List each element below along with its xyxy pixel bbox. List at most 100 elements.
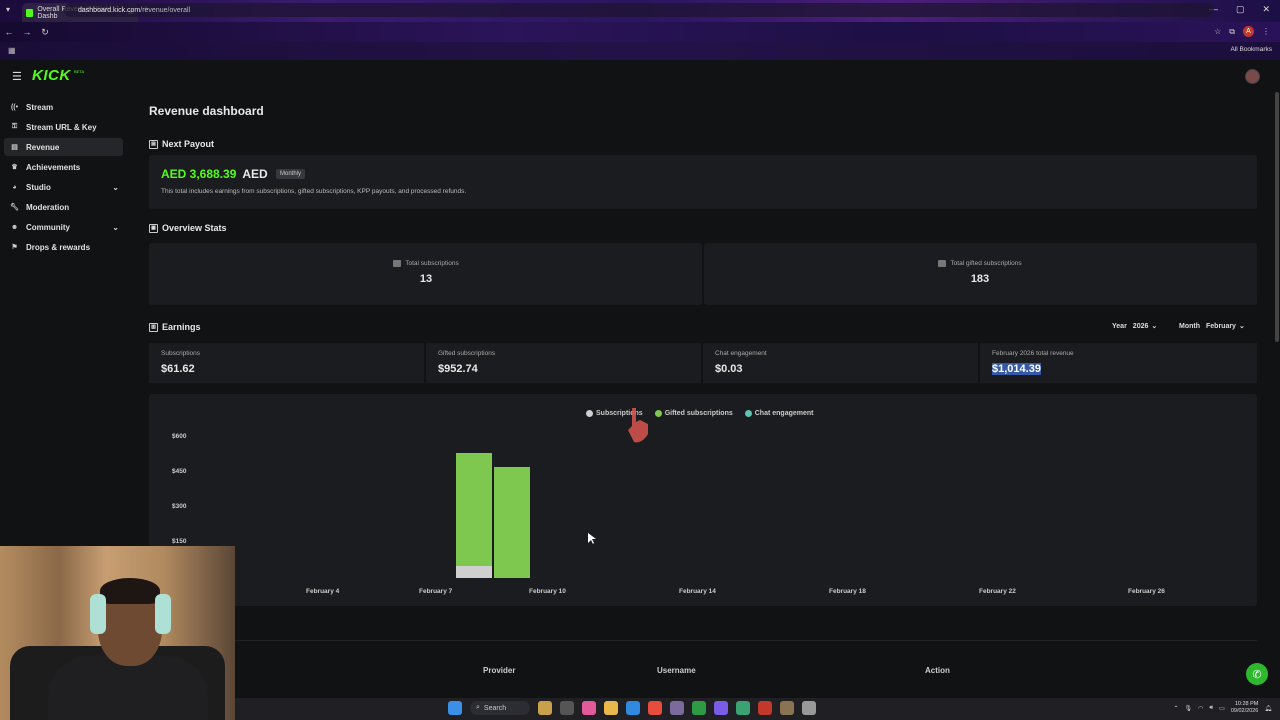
task-view-icon[interactable]: [560, 701, 574, 715]
maximize-icon[interactable]: ▢: [1236, 4, 1245, 15]
bar-gifted-subscriptions[interactable]: [456, 453, 492, 567]
legend-label: Chat engagement: [754, 410, 814, 417]
discord-icon[interactable]: [714, 701, 728, 715]
sidebar-item-revenue[interactable]: ▤ Revenue: [4, 138, 123, 156]
kick-logo[interactable]: KICK: [32, 67, 71, 84]
edge-icon[interactable]: [626, 701, 640, 715]
month-filter: Month February ⌄: [1179, 322, 1245, 331]
legend-dot: [654, 410, 662, 417]
app-icon[interactable]: [758, 701, 772, 715]
url-path: /revenue/overall: [140, 6, 191, 14]
chart-legend: Subscriptions Gifted subscriptions Chat …: [586, 410, 813, 417]
file-explorer-icon[interactable]: [604, 701, 618, 715]
bar-subscriptions[interactable]: [456, 566, 492, 578]
key-icon: ⚿: [11, 123, 18, 130]
address-toolbar: ← → ↻: [0, 22, 1280, 42]
extensions-icon[interactable]: ⧉: [1229, 27, 1235, 37]
xbox-icon[interactable]: [692, 701, 706, 715]
volume-icon[interactable]: 🔊︎: [1209, 705, 1213, 712]
chevron-down-icon: ⌄: [112, 222, 119, 232]
y-tick-label: $300: [172, 503, 187, 510]
bookmark-star-icon[interactable]: ☆: [1214, 27, 1221, 36]
copilot-icon[interactable]: [582, 701, 596, 715]
wallet-icon: ▤: [149, 139, 158, 149]
chevron-down-icon: ⌄: [1151, 323, 1158, 330]
search-icon: ⌕: [476, 704, 480, 711]
notification-icon[interactable]: 🔔︎: [1264, 705, 1272, 712]
headset-icon: [155, 594, 171, 634]
taskbar-search[interactable]: ⌕ Search: [470, 701, 530, 715]
bar-chart-icon: ▥: [149, 322, 158, 332]
overview-stats-heading: ▦ Overview Stats: [149, 223, 227, 233]
palette-icon: ◕: [12, 183, 17, 191]
wifi-icon[interactable]: ◠: [1198, 705, 1203, 712]
sidebar-item-label: Drops & rewards: [26, 242, 91, 252]
chart-icon: ▤: [11, 144, 18, 151]
legend-dot: [586, 410, 593, 417]
sidebar-item-community[interactable]: ☻ Community ⌄: [4, 218, 123, 236]
battery-icon[interactable]: ▭: [1219, 705, 1225, 712]
sidebar-item-moderation[interactable]: 🔧︎ Moderation: [4, 198, 123, 216]
app-icon[interactable]: [802, 701, 816, 715]
app-icon[interactable]: [780, 701, 794, 715]
user-avatar[interactable]: [1245, 69, 1260, 84]
app-icon[interactable]: [670, 701, 684, 715]
sidebar-item-stream-url-key[interactable]: ⚿ Stream URL & Key: [4, 118, 123, 136]
headset-icon: [90, 594, 106, 634]
menu-kebab-icon[interactable]: ⋮: [1262, 27, 1270, 36]
windows-start-icon[interactable]: [448, 701, 462, 715]
bar-gifted-subscriptions[interactable]: [494, 467, 530, 578]
legend-chat[interactable]: Chat engagement: [744, 410, 814, 417]
sidebar-item-drops-rewards[interactable]: ⚑ Drops & rewards: [4, 238, 123, 256]
hand-cursor-icon: [628, 408, 648, 443]
column-header: Username: [657, 665, 696, 675]
forward-icon[interactable]: →: [18, 27, 36, 37]
scrollbar[interactable]: [1275, 92, 1279, 342]
widgets-icon[interactable]: [538, 701, 552, 715]
mic-icon[interactable]: 🎙︎: [1185, 705, 1193, 712]
payout-amount: AED 3,688.39 AED: [161, 167, 268, 181]
payout-description: This total includes earnings from subscr…: [161, 188, 467, 195]
year-value: 2026: [1132, 322, 1149, 330]
system-tray: ⌃ 🎙︎ ◠ 🔊︎ ▭ 10:28 PM 09/02/2026 🔔︎: [1173, 701, 1272, 715]
earnings-value: $61.62: [161, 363, 195, 375]
tab-search-icon[interactable]: ▾: [6, 5, 10, 14]
profile-avatar[interactable]: A: [1243, 26, 1254, 37]
back-icon[interactable]: ←: [0, 27, 18, 37]
section-title: Earnings: [162, 322, 201, 332]
earnings-value: $1,014.39: [992, 363, 1245, 375]
chevron-down-icon: ⌄: [112, 182, 119, 192]
apps-grid-icon[interactable]: ▦: [8, 46, 16, 55]
year-filter: Year 2026 ⌄: [1112, 322, 1158, 331]
webcam-person-hair: [100, 578, 160, 604]
hamburger-menu-icon[interactable]: ☰: [12, 70, 22, 83]
sidebar-item-achievements[interactable]: ♛ Achievements: [4, 158, 123, 176]
clock[interactable]: 10:28 PM 09/02/2026: [1231, 701, 1259, 715]
x-tick-label: February 4: [306, 588, 340, 595]
clock-time: 10:28 PM: [1234, 701, 1259, 707]
legend-gifted[interactable]: Gifted subscriptions: [654, 410, 733, 417]
tray-chevron-icon[interactable]: ⌃: [1173, 705, 1178, 712]
signal-icon: ((•: [10, 103, 19, 111]
chrome-icon[interactable]: [648, 701, 662, 715]
all-bookmarks-link[interactable]: All Bookmarks: [1230, 46, 1272, 53]
y-tick-label: $450: [172, 468, 187, 475]
year-select[interactable]: 2026 ⌄: [1132, 322, 1158, 331]
reload-icon[interactable]: ↻: [36, 27, 54, 38]
payout-frequency-badge: Monthly: [276, 169, 306, 179]
x-tick-label: February 14: [679, 588, 716, 595]
x-tick-label: February 7: [419, 588, 453, 595]
bookmarks-bar: [0, 42, 1280, 60]
sidebar-item-stream[interactable]: ((• Stream: [4, 98, 123, 116]
url-bar[interactable]: dashboard.kick.com /revenue/overall: [64, 3, 1214, 17]
chart-icon: [393, 260, 402, 267]
column-header: Action: [925, 665, 950, 675]
sidebar-item-studio[interactable]: ◕ Studio ⌄: [4, 178, 123, 196]
month-select[interactable]: February ⌄: [1206, 322, 1245, 331]
help-chat-button[interactable]: ✆: [1246, 663, 1268, 685]
app-icon[interactable]: [736, 701, 750, 715]
url-host: dashboard.kick.com: [78, 6, 141, 14]
earnings-chat: Chat engagement $0.03: [703, 343, 978, 383]
close-window-icon[interactable]: ✕: [1262, 4, 1270, 15]
legend-label: Gifted subscriptions: [664, 410, 733, 417]
